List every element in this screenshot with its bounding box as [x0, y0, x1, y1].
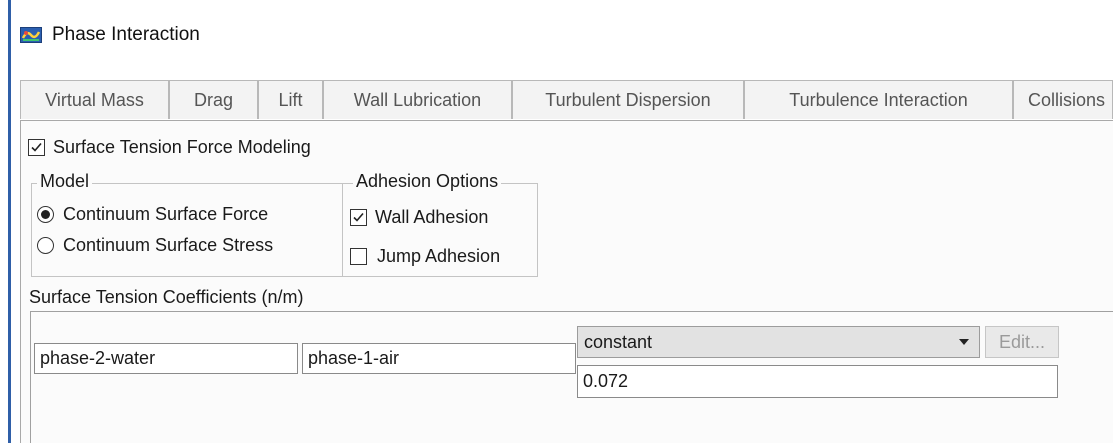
wall-adhesion-checkbox[interactable] [350, 209, 367, 226]
edit-button: Edit... [985, 326, 1059, 358]
radio-button[interactable] [37, 237, 54, 254]
radio-button-selected[interactable] [37, 206, 54, 223]
radio-continuum-surface-stress[interactable]: Continuum Surface Stress [37, 235, 273, 256]
coefficient-method-dropdown[interactable]: constant [577, 326, 980, 358]
radio-label-css: Continuum Surface Stress [63, 235, 274, 255]
surface-tension-label: Surface Tension Force Modeling [53, 137, 311, 157]
jump-adhesion-row[interactable]: Jump Adhesion [350, 246, 500, 267]
tab-virtual-mass[interactable]: Virtual Mass [20, 80, 169, 119]
tab-drag[interactable]: Drag [169, 80, 258, 119]
tab-wall-lubrication[interactable]: Wall Lubrication [323, 80, 512, 119]
model-group-label: Model [37, 171, 93, 192]
dropdown-selected-value: constant [584, 332, 653, 352]
wall-adhesion-row[interactable]: Wall Adhesion [350, 207, 488, 228]
jump-adhesion-checkbox[interactable] [350, 248, 367, 265]
window-title: Phase Interaction [52, 24, 200, 45]
adhesion-options-label: Adhesion Options [353, 171, 502, 192]
window-left-border [8, 0, 11, 443]
phase-interaction-window: Phase Interaction Virtual Mass Drag Lift… [0, 0, 1113, 443]
phase-b-field[interactable]: phase-1-air [302, 343, 576, 374]
tab-turbulent-dispersion[interactable]: Turbulent Dispersion [512, 80, 744, 119]
wall-adhesion-label: Wall Adhesion [375, 207, 489, 227]
fluent-app-icon [20, 27, 42, 43]
model-group [31, 183, 343, 277]
tab-strip: Virtual Mass Drag Lift Wall Lubrication … [20, 80, 1113, 121]
phase-a-field[interactable]: phase-2-water [34, 343, 298, 374]
tab-lift[interactable]: Lift [258, 80, 323, 119]
title-bar: Phase Interaction [20, 22, 200, 48]
surface-tension-panel: Surface Tension Force Modeling Model Con… [20, 121, 1113, 443]
surface-tension-checkbox[interactable] [28, 139, 45, 156]
jump-adhesion-label: Jump Adhesion [377, 246, 501, 266]
chevron-down-icon [959, 339, 969, 345]
tab-turbulence-interaction[interactable]: Turbulence Interaction [744, 80, 1013, 119]
surface-tension-coefficients-label: Surface Tension Coefficients (n/m) [29, 287, 304, 307]
radio-continuum-surface-force[interactable]: Continuum Surface Force [37, 204, 268, 225]
tab-collisions[interactable]: Collisions [1013, 80, 1113, 119]
surface-tension-checkbox-row[interactable]: Surface Tension Force Modeling [28, 137, 311, 158]
radio-label-csf: Continuum Surface Force [63, 204, 269, 224]
coefficient-value-field[interactable]: 0.072 [577, 365, 1058, 398]
